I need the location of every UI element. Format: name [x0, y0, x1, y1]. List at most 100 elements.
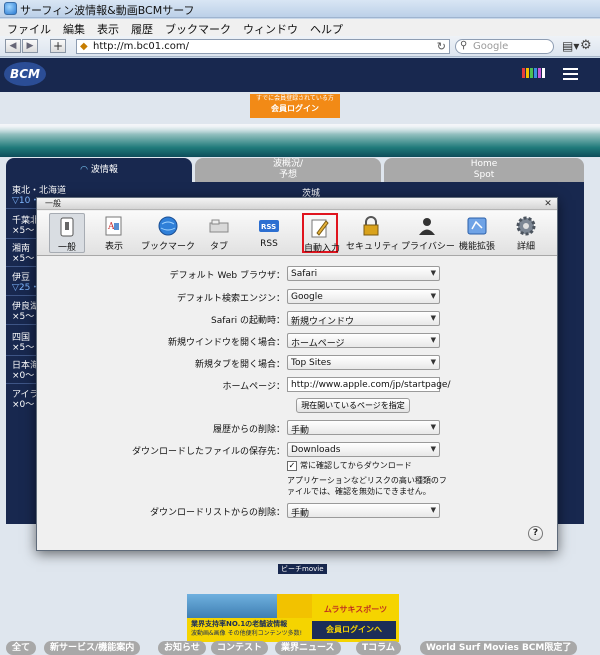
footer-ad-text: 業界支持率NO.1の老舗波情報 波動画&画像 その他便利コンテンツ多数!: [191, 620, 302, 637]
region-item[interactable]: 伊良湖 ×5〜: [12, 302, 39, 322]
page-menu-icon[interactable]: ▤▾: [562, 39, 579, 53]
settings-gear-icon[interactable]: ⚙: [580, 38, 592, 53]
new-window-select[interactable]: ホームページ ▼: [287, 333, 440, 349]
tabs-icon: [209, 219, 229, 233]
menu-view[interactable]: 表示: [90, 19, 124, 37]
pref-tab-label: セキュリティ: [346, 242, 400, 252]
rss-icon: RSS: [259, 220, 279, 232]
save-downloads-select[interactable]: Downloads ▼: [287, 442, 440, 457]
preferences-dialog: 一般 ✕ 一般 A 表示 ブックマーク タブ RSS RSS 自動入力 セキュリ…: [36, 197, 558, 551]
row-remove-download: ダウンロードリストからの削除： 手動 ▼: [37, 503, 557, 519]
row-new-window: 新規ウインドウを開く場合： ホームページ ▼: [37, 333, 557, 349]
pref-tab-general[interactable]: 一般: [49, 213, 85, 253]
safari-app-icon: [4, 2, 17, 15]
wave-crest: [0, 124, 600, 134]
filter-pill-news[interactable]: お知らせ: [158, 641, 206, 655]
tab-home-spot-label: Home Spot: [470, 159, 498, 180]
address-url: http://m.bc01.com/: [93, 41, 190, 52]
beach-movie-label[interactable]: ビーチmovie: [278, 564, 327, 574]
tab-forecast-label: 波概況/ 予想: [272, 159, 304, 180]
chevron-down-icon: ▼: [430, 358, 436, 366]
default-search-select[interactable]: Google ▼: [287, 289, 440, 304]
chevron-down-icon: ▼: [430, 445, 436, 453]
chevron-down-icon: ▼: [430, 269, 436, 277]
on-launch-label: Safari の起動時：: [211, 316, 285, 326]
pref-tab-bookmarks[interactable]: ブックマーク: [140, 213, 196, 253]
menu-history[interactable]: 履歴: [124, 19, 158, 37]
reload-icon[interactable]: ↻: [437, 40, 446, 53]
pref-tab-advanced[interactable]: 詳細: [510, 213, 542, 253]
region-item[interactable]: 日本海 ×0〜: [12, 361, 39, 381]
window-titlebar: サーフィン波情報&動画BCMサーフ: [0, 0, 600, 18]
member-login-banner[interactable]: すでに会員登録されている方 会員ログイン: [250, 94, 340, 118]
row-remove-history: 履歴からの削除： 手動 ▼: [37, 420, 557, 436]
ask-before-download-checkbox[interactable]: ✓: [287, 461, 297, 471]
remove-history-select[interactable]: 手動 ▼: [287, 420, 440, 436]
row-on-launch: Safari の起動時： 新規ウインドウ ▼: [37, 311, 557, 327]
menu-bookmarks[interactable]: ブックマーク: [158, 19, 236, 37]
footer-login-button[interactable]: 会員ログインへ: [312, 621, 396, 639]
help-button[interactable]: ?: [528, 526, 543, 541]
filter-pill-column[interactable]: Tコラム: [356, 641, 401, 655]
checkmark-icon: ✓: [288, 461, 296, 470]
filter-pill-services[interactable]: 新サービス/機能案内: [44, 641, 141, 655]
default-browser-select[interactable]: Safari ▼: [287, 266, 440, 281]
tab-forecast[interactable]: 波概況/ 予想: [195, 158, 381, 182]
chevron-down-icon: ▼: [430, 314, 436, 322]
menu-edit[interactable]: 編集: [56, 19, 90, 37]
close-icon: ✕: [544, 199, 552, 209]
wave-icon: ◠: [80, 165, 91, 175]
row-default-browser: デフォルト Web ブラウザ： Safari ▼: [37, 266, 557, 282]
back-arrow-icon: ◀: [9, 41, 17, 51]
footer-login-ad[interactable]: 業界支持率NO.1の老舗波情報 波動画&画像 その他便利コンテンツ多数! 会員ログ…: [187, 618, 399, 642]
region-item[interactable]: アイラ ×0〜: [12, 390, 39, 410]
region-item[interactable]: 湘南 ×5〜: [12, 244, 34, 264]
address-bar[interactable]: ◆ http://m.bc01.com/ ↻: [76, 39, 450, 54]
svg-text:RSS: RSS: [261, 223, 276, 231]
region-item[interactable]: 千葉北 ×5〜: [12, 216, 39, 236]
pref-tab-autofill[interactable]: 自動入力: [302, 213, 340, 254]
pref-tab-tabs[interactable]: タブ: [203, 213, 235, 253]
site-favicon-icon: ◆: [80, 41, 88, 52]
pref-tab-rss[interactable]: RSS RSS: [251, 213, 287, 253]
tab-wave-info-label: 波情報: [90, 165, 118, 175]
forward-button[interactable]: ▶: [22, 39, 38, 53]
tab-home-spot[interactable]: Home Spot: [384, 158, 584, 182]
set-current-page-button[interactable]: 現在開いているページを指定: [296, 398, 410, 413]
menu-help[interactable]: ヘルプ: [303, 19, 348, 37]
menu-file[interactable]: ファイル: [0, 19, 56, 37]
dialog-titlebar: 一般 ✕: [37, 198, 557, 210]
pencil-icon: [311, 219, 329, 238]
pref-tab-security[interactable]: セキュリティ: [346, 213, 400, 253]
pref-tab-label: 表示: [104, 242, 123, 252]
on-launch-select[interactable]: 新規ウインドウ ▼: [287, 311, 440, 327]
pref-tab-appearance[interactable]: A 表示: [95, 213, 133, 253]
default-browser-label: デフォルト Web ブラウザ：: [169, 271, 285, 281]
menu-window[interactable]: ウィンドウ: [236, 19, 303, 37]
pref-tab-label: 詳細: [516, 242, 535, 252]
filter-pill-world-movies[interactable]: World Surf Movies BCM限定了: [420, 641, 578, 655]
filter-pill-contest[interactable]: コンテスト: [211, 641, 269, 655]
tab-wave-info[interactable]: ◠ 波情報: [6, 158, 192, 182]
back-button[interactable]: ◀: [5, 39, 21, 53]
pref-tab-extensions[interactable]: 機能拡張: [457, 213, 497, 253]
remove-download-select[interactable]: 手動 ▼: [287, 503, 440, 519]
pref-tab-privacy[interactable]: プライバシー: [401, 213, 455, 253]
save-downloads-label: ダウンロードしたファイルの保存先：: [131, 447, 285, 457]
dialog-close-button[interactable]: ✕: [542, 199, 554, 209]
search-field[interactable]: ⚲ Google: [455, 39, 554, 54]
chevron-down-icon: ▼: [430, 423, 436, 431]
site-logo[interactable]: BCM: [4, 62, 46, 86]
row-new-tab: 新規タブを開く場合： Top Sites ▼: [37, 355, 557, 371]
pref-tab-label: RSS: [260, 239, 278, 249]
globe-icon: [158, 216, 178, 236]
search-placeholder: Google: [473, 41, 509, 52]
hamburger-menu-icon[interactable]: [563, 68, 578, 80]
filter-pill-all[interactable]: 全て: [6, 641, 37, 655]
homepage-input[interactable]: http://www.apple.com/jp/startpage/: [287, 377, 451, 392]
filter-pill-industry[interactable]: 業界ニュース: [275, 641, 341, 655]
add-bookmark-button[interactable]: +: [50, 39, 66, 53]
new-tab-select[interactable]: Top Sites ▼: [287, 355, 440, 370]
region-item[interactable]: 四国 ×5〜: [12, 333, 34, 353]
login-banner-line1: すでに会員登録されている方: [256, 95, 334, 102]
